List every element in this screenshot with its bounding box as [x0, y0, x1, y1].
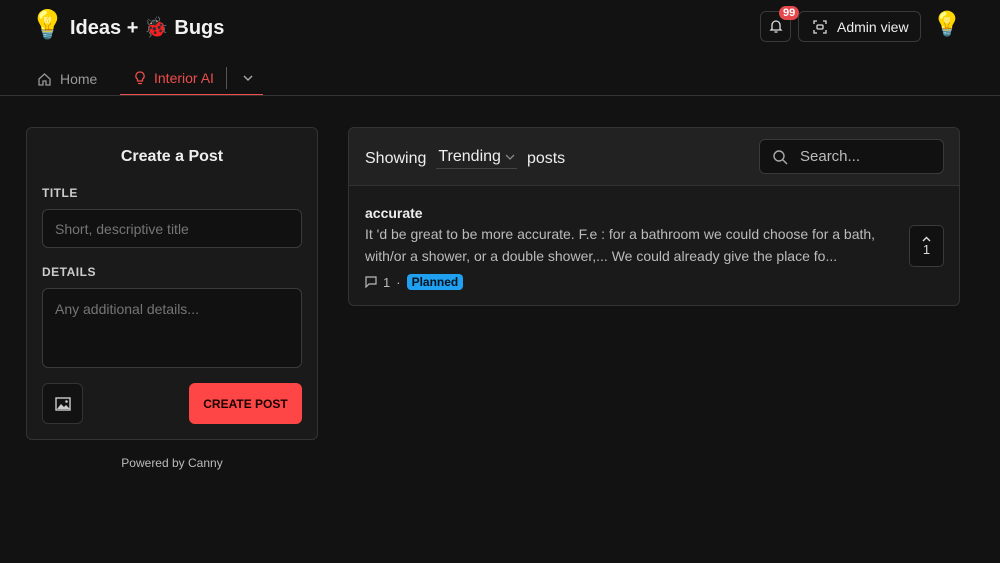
search-input[interactable]: Search... — [800, 148, 860, 165]
title-input[interactable] — [42, 209, 302, 248]
comment-icon — [365, 276, 377, 288]
vote-count: 1 — [922, 241, 931, 257]
lightbulb-icon — [135, 70, 145, 84]
create-post-card: Create a Post TITLE DETAILS CREATE POST — [26, 127, 318, 440]
upvote-button[interactable]: 1 — [909, 225, 944, 267]
post-title[interactable]: accurate — [365, 205, 423, 221]
posts-panel: Showing Trending posts Search... accurat… — [348, 127, 960, 306]
search-box[interactable]: Search... — [759, 139, 944, 174]
home-icon — [38, 72, 51, 86]
details-input[interactable] — [42, 288, 302, 368]
attach-image-button[interactable] — [42, 383, 83, 424]
post-body: It 'd be great to be more accurate. F.e … — [365, 226, 876, 264]
comment-count: 1 — [383, 274, 391, 290]
bell-icon — [768, 20, 783, 33]
admin-view-icon — [813, 19, 827, 34]
admin-view-button[interactable]: Admin view — [798, 11, 921, 42]
nav-interior-ai[interactable]: Interior AI — [120, 62, 263, 96]
user-avatar[interactable]: 💡 — [932, 10, 962, 39]
nav-home-label: Home — [60, 71, 98, 87]
nav-interior-ai-label: Interior AI — [154, 70, 214, 86]
status-badge: Planned — [406, 274, 464, 290]
meta-separator: · — [396, 274, 401, 290]
chevron-down-icon[interactable] — [243, 75, 253, 81]
sort-value: Trending — [438, 148, 501, 165]
nav-home[interactable]: Home — [37, 62, 97, 96]
create-post-button[interactable]: CREATE POST — [189, 383, 302, 424]
details-label: DETAILS — [42, 265, 96, 279]
title-label: TITLE — [42, 186, 78, 200]
search-icon — [773, 149, 788, 164]
notification-badge: 99 — [779, 6, 800, 20]
powered-by-canny[interactable]: Powered by Canny — [26, 456, 318, 470]
logo[interactable]: 💡 — [30, 8, 65, 41]
showing-label: Showing — [365, 149, 427, 167]
nav-divider-line — [0, 95, 1000, 96]
chevron-down-icon — [505, 154, 515, 160]
sort-select[interactable]: Trending — [436, 148, 517, 169]
nav-divider — [225, 67, 227, 89]
image-icon — [54, 396, 71, 411]
posts-header: Showing Trending posts Search... — [349, 128, 959, 186]
create-post-heading: Create a Post — [120, 148, 224, 165]
admin-view-label: Admin view — [837, 18, 909, 35]
posts-label: posts — [526, 149, 566, 167]
board-title[interactable]: Ideas + 🐞 Bugs — [70, 15, 224, 40]
